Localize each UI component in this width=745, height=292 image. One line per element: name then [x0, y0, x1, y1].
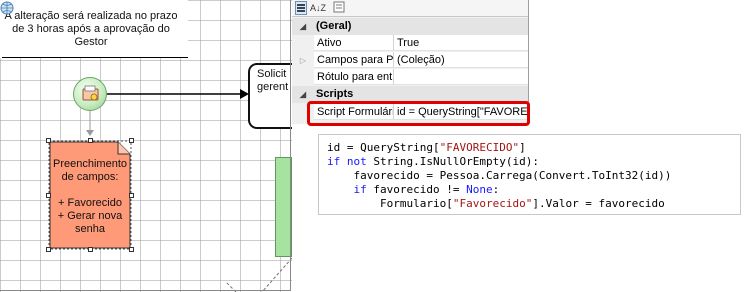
property-name: Rótulo para ent — [314, 69, 394, 85]
expand-icon[interactable]: ▷ — [297, 52, 309, 69]
category-label: (Geral) — [316, 20, 352, 32]
code-line: if favorecido != None: — [353, 183, 500, 196]
property-row-campos[interactable]: ▷ Campos para Pr (Coleção) — [292, 52, 528, 69]
code-text: id = QueryString["FAVORECIDO"] if not St… — [327, 141, 671, 211]
row-gutter — [292, 35, 314, 52]
workflow-canvas[interactable]: A alteração será realizada no prazo de 3… — [0, 0, 292, 292]
property-value[interactable] — [394, 69, 528, 85]
code-line: if not String.IsNullOrEmpty(id): — [327, 155, 539, 168]
property-pages-icon[interactable] — [332, 1, 346, 15]
code-line: favorecido = Pessoa.Carrega(Convert.ToIn… — [327, 169, 672, 182]
property-value[interactable]: (Coleção) — [394, 52, 528, 68]
property-row-rotulo[interactable]: Rótulo para ent — [292, 69, 528, 86]
highlight-annotation — [307, 101, 530, 126]
property-name: Campos para Pr — [314, 52, 394, 68]
alphabetical-sort-button[interactable]: A↓Z — [310, 1, 326, 15]
code-line: id = QueryString["FAVORECIDO"] — [327, 141, 526, 154]
property-value[interactable]: True — [394, 35, 528, 51]
collapse-icon[interactable]: ◢ — [297, 86, 309, 103]
row-gutter — [292, 69, 314, 86]
property-grid-toolbar: A↓Z — [292, 0, 528, 17]
canvas-border — [0, 0, 291, 291]
category-general[interactable]: ◢ (Geral) — [292, 18, 528, 35]
collapse-icon[interactable]: ◢ — [297, 18, 309, 35]
property-name: Ativo — [314, 35, 394, 51]
property-row-ativo[interactable]: Ativo True — [292, 35, 528, 52]
categorized-view-icon[interactable] — [295, 1, 307, 15]
code-line: Formulario["Favorecido"].Valor = favorec… — [327, 197, 665, 210]
code-snippet: id = QueryString["FAVORECIDO"] if not St… — [318, 134, 741, 215]
